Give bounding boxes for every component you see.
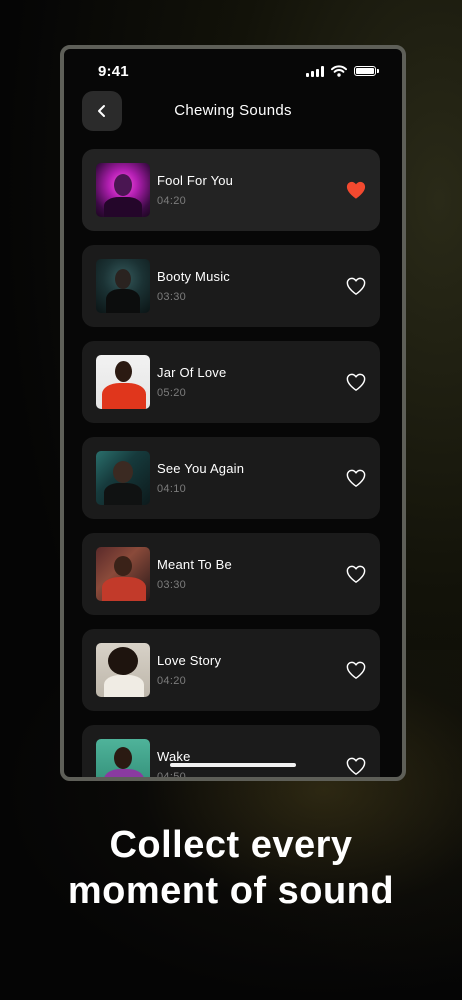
cellular-signal-icon xyxy=(306,65,324,77)
heart-outline-icon[interactable] xyxy=(345,564,367,584)
home-indicator[interactable] xyxy=(170,763,296,767)
status-icons xyxy=(306,65,379,77)
song-title: Jar Of Love xyxy=(157,365,227,380)
tagline-line-2: moment of sound xyxy=(67,870,395,912)
song-duration: 04:20 xyxy=(157,195,187,207)
page-title: Chewing Sounds xyxy=(174,102,292,119)
heart-outline-icon[interactable] xyxy=(345,276,367,296)
status-bar: 9:41 xyxy=(64,49,402,93)
song-title: Wake xyxy=(157,749,191,764)
song-title: Meant To Be xyxy=(157,557,232,572)
song-card[interactable]: Fool For You 04:20 xyxy=(82,149,380,231)
song-title: Booty Music xyxy=(157,269,231,284)
album-cover xyxy=(96,451,150,505)
song-title: See You Again xyxy=(157,461,245,476)
song-duration: 05:20 xyxy=(157,387,187,399)
wifi-icon xyxy=(331,65,347,77)
heart-outline-icon[interactable] xyxy=(345,756,367,776)
battery-icon xyxy=(354,66,379,76)
album-cover xyxy=(96,643,150,697)
song-duration: 03:30 xyxy=(157,291,187,303)
song-card[interactable]: Meant To Be 03:30 xyxy=(82,533,380,615)
status-time: 9:41 xyxy=(98,63,129,80)
song-card[interactable]: Love Story 04:20 xyxy=(82,629,380,711)
song-card[interactable]: Wake 04:50 xyxy=(82,725,380,781)
song-card[interactable]: See You Again 04:10 xyxy=(82,437,380,519)
album-cover xyxy=(96,163,150,217)
heart-outline-icon[interactable] xyxy=(345,372,367,392)
promo-tagline: Collect every moment of sound xyxy=(0,822,462,914)
album-cover xyxy=(96,259,150,313)
song-duration: 04:20 xyxy=(157,675,187,687)
song-duration: 03:30 xyxy=(157,579,187,591)
tagline-line-1: Collect every xyxy=(109,824,353,866)
song-duration: 04:50 xyxy=(157,771,187,781)
phone-frame: 9:41 Chewing Sounds Fool For You 04:20 B… xyxy=(60,45,406,781)
header: Chewing Sounds xyxy=(64,91,402,131)
album-cover xyxy=(96,739,150,777)
heart-outline-icon[interactable] xyxy=(345,468,367,488)
album-cover xyxy=(96,547,150,601)
album-cover xyxy=(96,355,150,409)
song-title: Love Story xyxy=(157,653,222,668)
heart-filled-icon[interactable] xyxy=(345,180,367,200)
heart-outline-icon[interactable] xyxy=(345,660,367,680)
song-card[interactable]: Jar Of Love 05:20 xyxy=(82,341,380,423)
song-card[interactable]: Booty Music 03:30 xyxy=(82,245,380,327)
song-title: Fool For You xyxy=(157,173,234,188)
song-duration: 04:10 xyxy=(157,483,187,495)
